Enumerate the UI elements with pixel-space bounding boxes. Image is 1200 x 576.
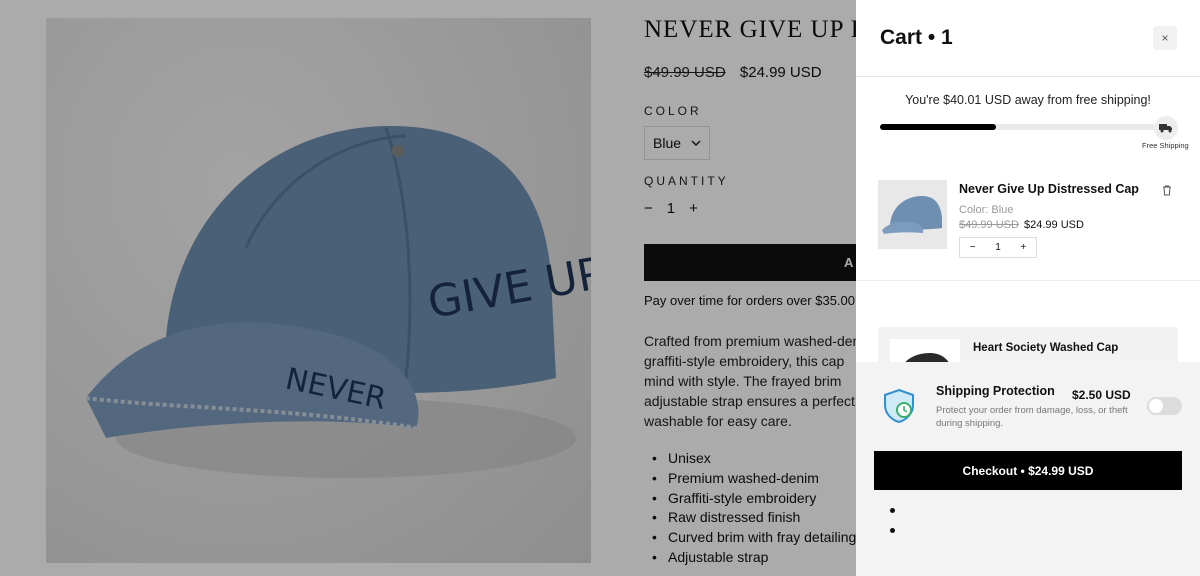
qty-value[interactable]: 1: [667, 200, 675, 217]
cart-qty-decrease-button[interactable]: −: [960, 242, 985, 253]
trash-icon[interactable]: [1162, 183, 1172, 201]
feature-item: Curved brim with fray detailing: [644, 528, 856, 548]
feature-item: Unisex: [644, 449, 856, 469]
cart-title: Cart • 1: [880, 26, 953, 49]
denim-cap-illustration: GIVE UP NEVER: [85, 125, 591, 478]
list-item: [890, 508, 895, 513]
shipping-protection-description: Protect your order from damage, loss, or…: [936, 405, 1128, 429]
truck-icon: [1154, 116, 1178, 140]
description-line: washable for easy care.: [644, 413, 792, 429]
pay-over-time-text: Pay over time for orders over $35.00: [644, 293, 855, 308]
feature-list: Unisex Premium washed-denim Graffiti-sty…: [644, 449, 856, 568]
feature-item: Graffiti-style embroidery: [644, 489, 856, 509]
upsell-name: Heart Society Washed Cap: [973, 342, 1119, 354]
cart-qty-increase-button[interactable]: +: [1011, 242, 1036, 253]
shipping-protection-toggle[interactable]: [1147, 397, 1182, 415]
color-select-value: Blue: [653, 135, 682, 151]
quantity-stepper: − 1 +: [644, 200, 698, 217]
list-item: [890, 528, 895, 533]
free-shipping-label: Free Shipping: [1142, 141, 1189, 150]
color-label: COLOR: [644, 104, 702, 118]
compare-price: $49.99 USD: [644, 64, 726, 81]
divider: [856, 280, 1200, 281]
product-prices: $49.99 USD $24.99 USD: [644, 64, 822, 81]
qty-decrease-button[interactable]: −: [644, 200, 653, 217]
cart-qty-value[interactable]: 1: [985, 242, 1010, 253]
color-select[interactable]: Blue: [644, 126, 710, 160]
description-line: Crafted from premium washed-denim with: [644, 333, 856, 349]
cart-item-prices: $49.99 USD $24.99 USD: [959, 219, 1084, 231]
cart-footer: Shipping Protection $2.50 USD Protect yo…: [856, 362, 1200, 576]
close-cart-button[interactable]: ×: [1153, 26, 1177, 50]
shipping-protection-title: Shipping Protection: [936, 384, 1055, 398]
qty-increase-button[interactable]: +: [689, 200, 698, 217]
sale-price: $24.99 USD: [739, 64, 822, 81]
cart-line-item: Never Give Up Distressed Cap Color: Blue…: [878, 180, 1178, 260]
free-shipping-message: You're $40.01 USD away from free shippin…: [905, 93, 1151, 107]
free-shipping-progress-fill: [880, 124, 996, 130]
close-icon: ×: [1161, 31, 1169, 45]
chevron-down-icon: [691, 140, 701, 146]
cart-item-compare-price: $49.99 USD: [959, 219, 1019, 231]
description-line: adjustable strap ensures a perfect fit,: [644, 393, 856, 409]
cart-item-name[interactable]: Never Give Up Distressed Cap: [959, 182, 1139, 196]
quantity-label: QUANTITY: [644, 174, 729, 188]
cart-item-thumbnail[interactable]: [878, 180, 947, 249]
product-image[interactable]: GIVE UP NEVER: [46, 18, 591, 563]
payment-methods-list: [890, 508, 895, 548]
feature-item: Premium washed-denim: [644, 469, 856, 489]
product-description: Crafted from premium washed-denim with g…: [644, 331, 856, 431]
feature-item: Adjustable strap: [644, 548, 856, 568]
free-shipping-progress: [880, 124, 1170, 130]
cart-header: Cart • 1 ×: [856, 0, 1200, 77]
description-line: graffiti-style embroidery, this cap: [644, 353, 845, 369]
shipping-protection-price: $2.50 USD: [1072, 388, 1131, 402]
shield-icon: [882, 388, 916, 429]
cart-item-quantity-stepper: − 1 +: [959, 237, 1037, 258]
cart-item-color: Color: Blue: [959, 204, 1014, 216]
description-line: mind with style. The frayed brim: [644, 373, 842, 389]
feature-item: Raw distressed finish: [644, 508, 856, 528]
cart-item-price: $24.99 USD: [1024, 219, 1084, 231]
cart-drawer: Cart • 1 × You're $40.01 USD away from f…: [856, 0, 1200, 576]
checkout-button[interactable]: Checkout • $24.99 USD: [874, 451, 1182, 490]
